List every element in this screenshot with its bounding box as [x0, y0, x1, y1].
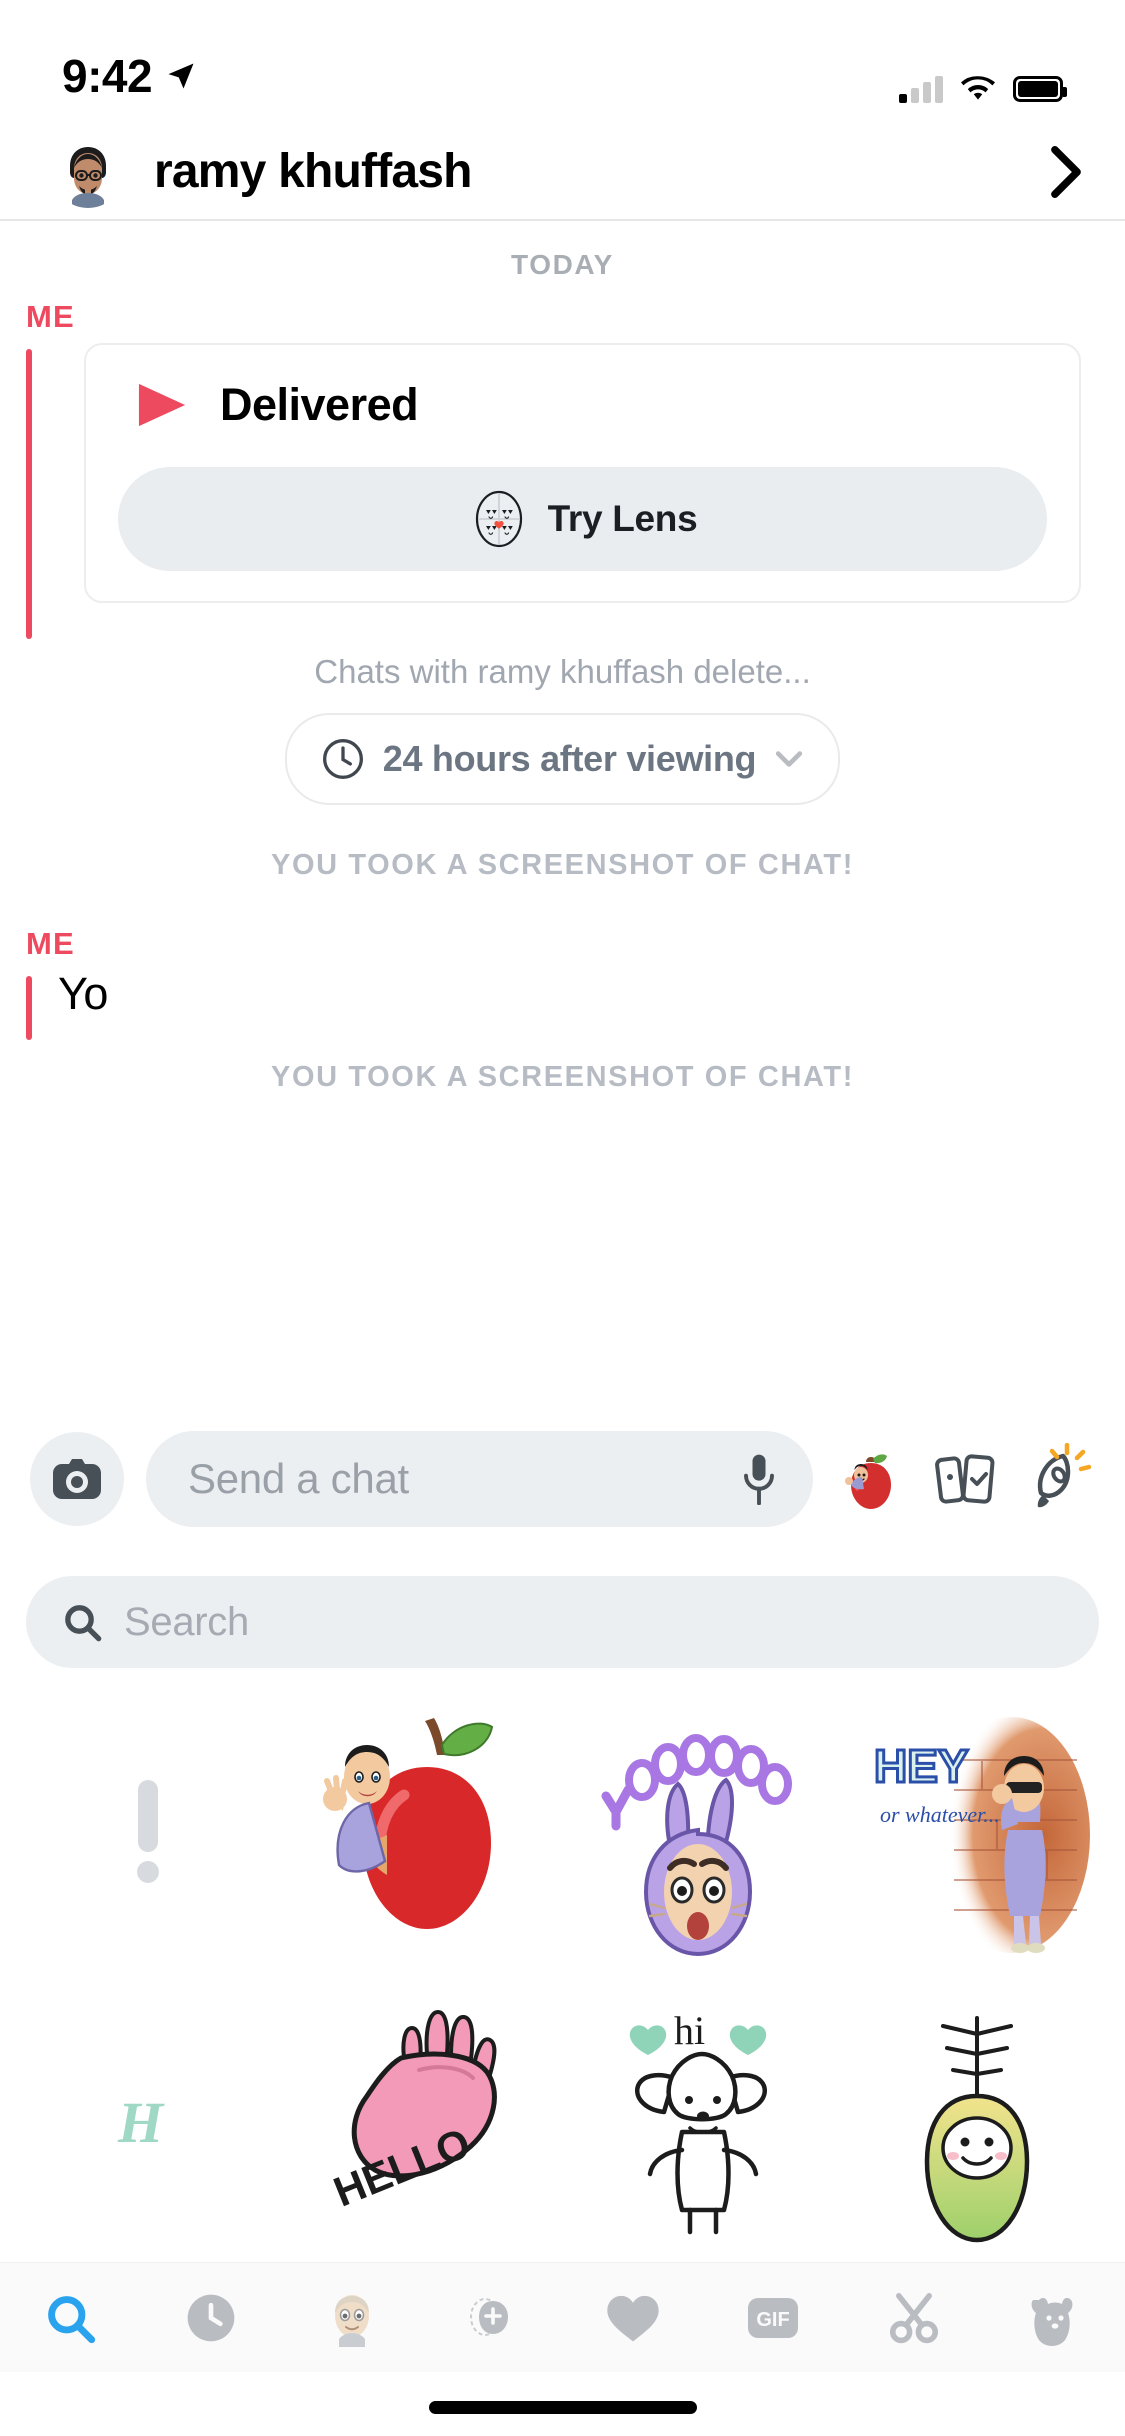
hey-or-whatever-sticker: HEY or whatever...: [872, 1717, 1090, 1953]
sticker-item-apple[interactable]: [286, 1690, 562, 1980]
clock-icon: [187, 2294, 235, 2341]
svg-text:H: H: [117, 2090, 165, 2155]
hello-hand-sticker: HELLO: [327, 2010, 498, 2216]
or-whatever-text: or whatever...: [880, 1802, 1000, 1827]
hey-text: HEY: [874, 1740, 969, 1792]
wifi-icon: [961, 76, 995, 100]
snap-card[interactable]: Delivered Try Lens: [84, 343, 1081, 603]
cameo-cards-icon[interactable]: [929, 1443, 1001, 1515]
clock-icon: [322, 739, 363, 779]
microphone-icon[interactable]: [739, 1453, 779, 1505]
scissors-icon: [890, 2292, 939, 2343]
sticker-search-wrapper: Search: [0, 1576, 1125, 1668]
conversation-list: TODAY ME Delivered Try Lens Chats with r…: [0, 221, 1125, 1138]
apple-bitmoji-sticker: [323, 1718, 494, 1929]
screenshot-note: YOU TOOK A SCREENSHOT OF CHAT!: [271, 849, 854, 881]
lens-faces-heart-icon: [475, 490, 522, 548]
chat-header[interactable]: ramy khuffash: [0, 125, 1125, 221]
delete-note: Chats with ramy khuffash delete...: [314, 653, 811, 690]
hi-dog-sticker: hi: [629, 2008, 767, 2235]
rocket-icon[interactable]: [1023, 1443, 1095, 1515]
snap-message-group: ME Delivered Try Lens: [0, 299, 1125, 639]
letter-h-sticker: H: [117, 2090, 165, 2155]
sticker-item-exclamation[interactable]: [10, 1690, 286, 1980]
sticker-item-hi-dog[interactable]: hi: [563, 1980, 839, 2270]
tab-gif[interactable]: GIF: [726, 2271, 820, 2365]
sender-label: ME: [26, 926, 75, 961]
page-title: ramy khuffash: [154, 145, 473, 198]
sticker-item-sprout[interactable]: [839, 1980, 1115, 2270]
tab-favorites[interactable]: [586, 2271, 680, 2365]
tab-cutouts[interactable]: [1008, 2271, 1102, 2365]
snap-card-wrapper: Delivered Try Lens: [26, 343, 1125, 603]
home-indicator: [428, 2401, 697, 2414]
chat-input-bar: Send a chat: [0, 1424, 1125, 1534]
battery-full-icon: [1013, 76, 1067, 102]
heart-icon: [607, 2295, 659, 2341]
bitmoji-avatar: [52, 136, 124, 208]
chat-input-placeholder: Send a chat: [188, 1455, 409, 1502]
status-bar-right: [899, 75, 1067, 103]
sticker-item-hello[interactable]: HELLO: [286, 1980, 562, 2270]
camera-icon: [53, 1459, 101, 1499]
tab-friendmoji[interactable]: [445, 2271, 539, 2365]
status-bar-left: 9:42: [62, 49, 196, 103]
exclamation-sticker: [137, 1780, 160, 1883]
delete-timer-wrapper: 24 hours after viewing: [0, 713, 1125, 805]
text-message-group: ME Yo: [0, 926, 1125, 1040]
hi-text: hi: [674, 2008, 705, 2053]
chevron-down-icon[interactable]: [774, 750, 804, 768]
tab-scissors[interactable]: [867, 2271, 961, 2365]
camera-button[interactable]: [30, 1432, 124, 1526]
sticker-item-hey[interactable]: HEY or whatever...: [839, 1690, 1115, 1980]
tab-bitmoji[interactable]: [305, 2271, 399, 2365]
sticker-tab-bar: GIF: [0, 2262, 1125, 2372]
try-lens-label: Try Lens: [547, 498, 698, 539]
status-time: 9:42: [62, 50, 153, 102]
avatar[interactable]: [52, 136, 124, 208]
yoooooooooo-bunny-sticker: [601, 1734, 792, 1957]
gif-icon: GIF: [748, 2297, 799, 2338]
cellular-signal-icon: [899, 75, 943, 103]
sprout-creature-sticker: [924, 2016, 1030, 2243]
try-lens-button[interactable]: Try Lens: [118, 467, 1047, 571]
chat-text-message[interactable]: Yo: [26, 970, 1125, 1018]
screenshot-note: YOU TOOK A SCREENSHOT OF CHAT!: [271, 1061, 854, 1094]
bitmoji-face-icon: [334, 2294, 369, 2347]
search-input[interactable]: Search: [26, 1576, 1099, 1668]
chevron-right-icon[interactable]: [1051, 146, 1081, 198]
sender-label: ME: [26, 299, 75, 334]
location-arrow-icon: [168, 63, 194, 89]
sticker-item-letter-h[interactable]: H: [10, 1980, 286, 2270]
delete-timer-label: 24 hours after viewing: [382, 738, 757, 779]
search-icon: [48, 2295, 96, 2343]
tab-search[interactable]: [23, 2271, 117, 2365]
status-bar: 9:42: [0, 0, 1125, 125]
sticker-item-yoooo[interactable]: [563, 1690, 839, 1980]
gif-label: GIF: [757, 2309, 790, 2331]
snap-sent-arrow-icon: [138, 383, 186, 427]
delivered-row: Delivered: [86, 379, 1079, 431]
sender-accent-bar: [26, 976, 32, 1040]
tab-recent[interactable]: [164, 2271, 258, 2365]
chat-input-field[interactable]: Send a chat: [146, 1431, 813, 1527]
sticker-grid: HEY or whatever... H HELLO hi: [0, 1690, 1125, 2270]
bitmoji-add-friend-icon: [470, 2297, 509, 2336]
bear-cutout-icon: [1031, 2297, 1073, 2346]
search-placeholder: Search: [124, 1599, 249, 1644]
bitmoji-apple-sticker-icon[interactable]: [835, 1443, 907, 1515]
delete-timer-pill[interactable]: 24 hours after viewing: [284, 713, 841, 805]
search-icon: [65, 1605, 102, 1642]
day-divider: TODAY: [511, 249, 614, 280]
snap-status: Delivered: [220, 379, 419, 430]
